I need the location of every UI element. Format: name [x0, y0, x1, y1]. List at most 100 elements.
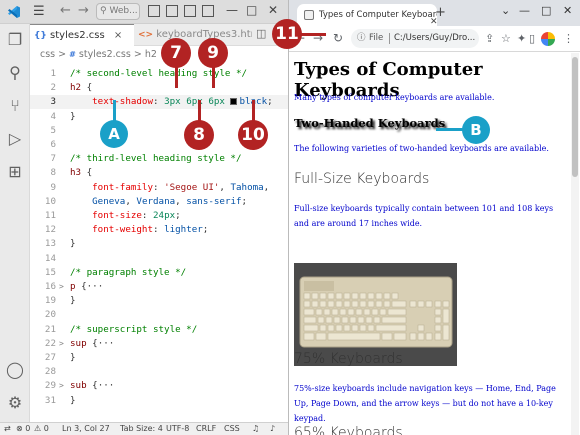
- back-arrow-icon[interactable]: ←: [60, 3, 71, 18]
- forward-arrow-icon[interactable]: →: [78, 3, 89, 18]
- code-line[interactable]: 10 Geneva, Verdana, sans-serif;: [30, 195, 288, 209]
- callout-9: 9: [198, 38, 228, 68]
- source-control-status-icon[interactable]: ⇄: [4, 423, 11, 435]
- toggle-primary-sidebar-icon[interactable]: [148, 5, 160, 17]
- code-line[interactable]: 14: [30, 252, 288, 266]
- side-panel-icon[interactable]: ▯: [529, 32, 535, 45]
- code-line[interactable]: 31}: [30, 394, 288, 408]
- tab-keyboardtypes3-html[interactable]: <> keyboardTypes3.html: [134, 24, 252, 46]
- share-icon[interactable]: ⇪: [485, 32, 494, 45]
- code-line[interactable]: 1 /* second-level heading style */: [30, 67, 288, 81]
- code-line[interactable]: 20: [30, 308, 288, 322]
- tab-styles2-css[interactable]: {} styles2.css ×: [30, 24, 134, 46]
- code-line[interactable]: 19}: [30, 294, 288, 308]
- close-button[interactable]: ✕: [268, 3, 278, 17]
- maximize-button[interactable]: □: [246, 3, 257, 17]
- split-editor-icon[interactable]: ◫: [256, 27, 266, 40]
- code-line[interactable]: 9 font-family: 'Segoe UI', Tahoma,: [30, 181, 288, 195]
- extensions-icon[interactable]: ⊞: [6, 163, 24, 181]
- scrollbar-thumb[interactable]: [572, 57, 578, 177]
- url-text[interactable]: C:/Users/Guy/Dro...: [394, 29, 475, 48]
- bookmark-star-icon[interactable]: ☆: [501, 32, 511, 45]
- warning-count[interactable]: ⚠ 0: [34, 423, 49, 435]
- code-line[interactable]: 16 > p {···: [30, 280, 288, 294]
- tab-size[interactable]: Tab Size: 4: [120, 423, 163, 435]
- menu-icon[interactable]: ☰: [33, 4, 45, 19]
- browser-tab[interactable]: Types of Computer Keyboards ✕: [297, 4, 437, 26]
- code-text[interactable]: font-weight: lighter;: [70, 223, 208, 237]
- code-line[interactable]: 27}: [30, 351, 288, 365]
- source-control-icon[interactable]: ⑂: [6, 97, 24, 115]
- code-text[interactable]: /* superscript style */: [70, 323, 197, 337]
- code-token: h2: [70, 82, 87, 94]
- minimize-button[interactable]: —: [226, 3, 238, 17]
- code-text[interactable]: sup {···: [70, 337, 114, 351]
- breadcrumb-file[interactable]: styles2.css: [79, 49, 131, 60]
- code-text[interactable]: h3 {: [70, 166, 92, 180]
- code-line[interactable]: 8 h3 {: [30, 166, 288, 180]
- reload-icon[interactable]: ↻: [333, 31, 343, 45]
- profile-avatar[interactable]: [541, 32, 555, 46]
- code-line[interactable]: 28: [30, 365, 288, 379]
- minimize-button[interactable]: —: [519, 4, 530, 17]
- line-ending[interactable]: CRLF: [196, 423, 216, 435]
- tab-search-icon[interactable]: ⌄: [501, 4, 510, 17]
- code-line[interactable]: 12 font-weight: lighter;: [30, 223, 288, 237]
- breadcrumb-folder[interactable]: css: [40, 49, 55, 60]
- code-text[interactable]: font-family: 'Segoe UI', Tahoma,: [70, 181, 269, 195]
- fold-chevron-icon[interactable]: >: [59, 337, 64, 351]
- toggle-secondary-sidebar-icon[interactable]: [184, 5, 196, 17]
- code-line[interactable]: 7 /* third-level heading style */: [30, 152, 288, 166]
- site-info-icon[interactable]: ⓘ: [357, 29, 366, 48]
- code-text[interactable]: sub {···: [70, 379, 114, 393]
- code-text[interactable]: }: [70, 237, 76, 251]
- code-text[interactable]: font-size: 24px;: [70, 209, 181, 223]
- code-text[interactable]: Geneva, Verdana, sans-serif;: [70, 195, 247, 209]
- code-line[interactable]: 15 /* paragraph style */: [30, 266, 288, 280]
- code-text[interactable]: }: [70, 294, 76, 308]
- code-text[interactable]: p {···: [70, 280, 103, 294]
- encoding[interactable]: UTF-8: [166, 423, 189, 435]
- code-editor[interactable]: 1 /* second-level heading style */ 2 h2 {3 …: [30, 63, 288, 422]
- new-tab-button[interactable]: +: [435, 5, 446, 20]
- code-text[interactable]: /* paragraph style */: [70, 266, 186, 280]
- fold-chevron-icon[interactable]: >: [59, 280, 64, 294]
- tab-close-icon[interactable]: ×: [114, 30, 122, 41]
- breadcrumb-symbol[interactable]: h2: [145, 49, 157, 60]
- command-center-search[interactable]: ⚲ Web...: [96, 3, 140, 20]
- explorer-icon[interactable]: ❐: [6, 31, 24, 49]
- feedback-icon[interactable]: ♫: [252, 423, 259, 435]
- language-mode[interactable]: CSS: [224, 423, 240, 435]
- more-menu-icon[interactable]: ⋮: [563, 32, 574, 45]
- code-text[interactable]: }: [70, 394, 76, 408]
- code-text[interactable]: }: [70, 110, 76, 124]
- customize-layout-icon[interactable]: [202, 5, 214, 17]
- code-line[interactable]: 29 > sub {···: [30, 379, 288, 393]
- code-line[interactable]: 3 text-shadow: 3px 6px 6px black;: [30, 95, 288, 110]
- code-text[interactable]: /* third-level heading style */: [70, 152, 241, 166]
- search-icon[interactable]: ⚲: [6, 64, 24, 82]
- code-line[interactable]: 13}: [30, 237, 288, 251]
- address-bar[interactable]: ⓘ File C:/Users/Guy/Dro...: [351, 29, 479, 48]
- notifications-bell-icon[interactable]: ♪: [270, 423, 275, 435]
- page-scrollbar[interactable]: [571, 53, 579, 435]
- toggle-panel-icon[interactable]: [166, 5, 178, 17]
- maximize-button[interactable]: □: [541, 4, 551, 17]
- close-button[interactable]: ✕: [563, 4, 572, 17]
- code-text[interactable]: text-shadow: 3px 6px 6px black;: [70, 95, 273, 109]
- code-line[interactable]: 2 h2 {: [30, 81, 288, 95]
- account-icon[interactable]: ◯: [6, 361, 24, 379]
- code-text[interactable]: }: [70, 351, 76, 365]
- error-count[interactable]: ⊗ 0: [16, 423, 30, 435]
- color-swatch-icon[interactable]: [230, 98, 238, 106]
- cursor-position[interactable]: Ln 3, Col 27: [62, 423, 110, 435]
- code-text[interactable]: h2 {: [70, 81, 92, 95]
- extensions-icon[interactable]: ✦: [517, 32, 526, 45]
- settings-gear-icon[interactable]: ⚙: [6, 394, 24, 412]
- code-line[interactable]: 22 > sup {···: [30, 337, 288, 351]
- run-debug-icon[interactable]: ▷: [6, 130, 24, 148]
- fold-chevron-icon[interactable]: >: [59, 379, 64, 393]
- code-line[interactable]: 21 /* superscript style */: [30, 323, 288, 337]
- code-text[interactable]: /* second-level heading style */: [70, 67, 247, 81]
- code-line[interactable]: 11 font-size: 24px;: [30, 209, 288, 223]
